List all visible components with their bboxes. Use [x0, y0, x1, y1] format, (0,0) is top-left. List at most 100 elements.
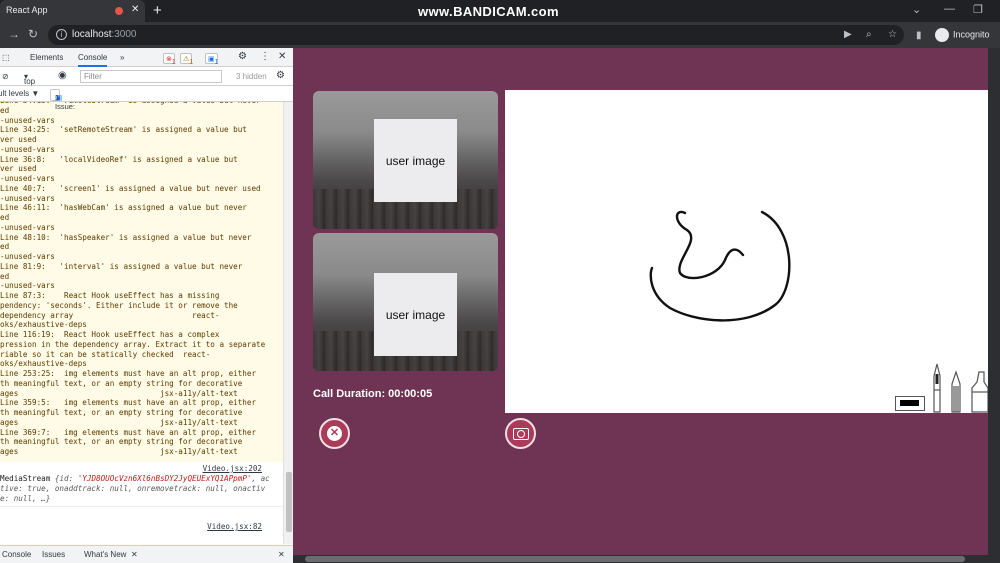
incognito-icon [935, 28, 949, 42]
console-log-line: Line 46:11: 'hasWebCam' is assigned a va… [0, 203, 247, 213]
console-scrollbar[interactable] [283, 102, 293, 544]
url-port: :3000 [111, 29, 137, 40]
browser-tab-bar: React App ✕ + www.BANDICAM.com ⌄ — ❐ [0, 0, 1000, 22]
console-log-line: ages jsx-a11y/alt-text [0, 447, 238, 456]
drawer-tab-close-icon[interactable]: ✕ [131, 550, 138, 559]
console-log-line: -unused-vars [0, 174, 55, 183]
bookmark-star-icon[interactable]: ☆ [888, 29, 897, 40]
drawer-tab-whats-new[interactable]: What's New [84, 550, 126, 559]
new-tab-button[interactable]: + [153, 2, 162, 19]
console-log-line: Line 253:25: img elements must have an a… [0, 369, 257, 378]
console-log-line: ages jsx-a11y/alt-text [0, 417, 238, 427]
url-host: localhost [72, 29, 112, 40]
reload-icon[interactable]: ↻ [28, 27, 38, 41]
console-scroll-thumb[interactable] [286, 472, 292, 532]
console-levels-bar: ult levels ▼ 1 Issue: ▣ 1 [0, 86, 293, 111]
console-log-line: ed [0, 105, 10, 115]
restore-icon[interactable]: ❐ [973, 3, 983, 16]
console-settings-gear-icon[interactable]: ⚙ [276, 70, 285, 81]
close-icon: ✕ [327, 426, 342, 441]
message-count-badge[interactable]: ▣ 1 [205, 53, 219, 66]
console-source-link[interactable]: Video.jsx:82 [207, 522, 262, 531]
console-log-line: -unused-vars [0, 281, 55, 291]
profile-label: Incognito [953, 29, 990, 40]
drawer-close-icon[interactable]: ✕ [278, 550, 285, 559]
end-call-button[interactable]: ✕ [319, 418, 350, 449]
devtools-tab-strip: ⬚ Elements Console » ⊗ 1 ⚠ 1 ▣ 1 ⚙ ⋮ ✕ [0, 48, 293, 67]
console-toolbar: ⊘ top ▾ ◉ Filter 3 hidden ⚙ [0, 67, 293, 86]
mediastream-prefix: {id: [50, 474, 78, 483]
screenshot-button[interactable] [505, 418, 536, 449]
browser-toolbar: → ↻ i localhost:3000 ▶ ⌕ ☆ ▮ [0, 22, 1000, 48]
error-count-badge[interactable]: ⊗ 1 [163, 53, 176, 66]
console-log-line: oks/exhaustive-deps [0, 359, 87, 369]
console-log-line: th meaningful text, or an empty string f… [0, 437, 243, 447]
drawer-tab-console[interactable]: Console [2, 550, 31, 559]
incognito-profile[interactable]: Incognito [935, 28, 990, 42]
recording-indicator-icon [115, 7, 123, 15]
minimize-icon[interactable]: — [944, 3, 955, 15]
console-log-line: -unused-vars [0, 144, 55, 154]
console-source-link[interactable]: Video.jsx:202 [203, 464, 262, 473]
zoom-icon[interactable]: ⌕ [866, 29, 872, 40]
live-expression-eye-icon[interactable]: ◉ [58, 70, 67, 81]
console-log-line: -unused-vars [0, 193, 55, 203]
page-horizontal-scrollbar[interactable] [293, 555, 1000, 563]
console-log-line: ed [0, 213, 10, 222]
mediastream-id: 'YJD8OUOcVzn6Xl6nBsDY2JyQEUExYQ1APpmP' [77, 474, 252, 483]
address-bar[interactable]: i localhost:3000 ▶ ⌕ ☆ [48, 25, 904, 45]
console-log-line: Line 34:13: 'remoteStream' is assigned a… [0, 102, 283, 106]
console-entries: Video.jsx:202 MediaStream {id: 'YJD8OUOc… [0, 462, 283, 544]
devtools-close-icon[interactable]: ✕ [278, 51, 286, 62]
console-log-line: th meaningful text, or an empty string f… [0, 408, 243, 417]
warning-count-badge[interactable]: ⚠ 1 [180, 53, 194, 66]
clear-console-icon[interactable]: ⊘ [2, 72, 9, 81]
devtools-settings-gear-icon[interactable]: ⚙ [238, 51, 247, 62]
side-panel-icon[interactable]: ▮ [916, 30, 922, 41]
devtools-menu-icon[interactable]: ⋮ [260, 51, 270, 62]
tab-console[interactable]: Console [78, 53, 108, 67]
drawer-tab-issues[interactable]: Issues [42, 550, 65, 559]
mediastream-log-entry[interactable]: MediaStream {id: 'YJD8OUOcVzn6Xl6nBsDY2J… [0, 474, 283, 507]
console-log-line: pression in the dependency array. Extrac… [0, 339, 266, 349]
devtools-panel: ⬚ Elements Console » ⊗ 1 ⚠ 1 ▣ 1 ⚙ ⋮ ✕ ⊘… [0, 48, 293, 563]
warning-count: 1 [189, 59, 194, 66]
tab-search-icon[interactable]: ⌄ [912, 3, 921, 16]
tab-elements[interactable]: Elements [30, 53, 63, 62]
marker-tool-icon[interactable] [971, 371, 989, 413]
site-info-icon[interactable]: i [56, 29, 67, 40]
eraser-tool[interactable] [895, 396, 925, 411]
pen-tool-icon[interactable] [933, 363, 941, 413]
drawing-toolbox [895, 360, 1000, 413]
app-page: user image user image Call Duration: 00:… [293, 48, 1000, 563]
console-log-line: Line 40:7: 'screen1' is assigned a value… [0, 183, 261, 193]
log-levels-dropdown[interactable]: ult levels ▼ [0, 89, 39, 98]
forward-icon[interactable]: → [8, 27, 20, 41]
console-filter-input[interactable]: Filter [80, 70, 222, 83]
issues-chip[interactable]: 1 Issue: ▣ 1 [50, 89, 75, 111]
browser-tab[interactable]: React App ✕ [0, 0, 145, 22]
mediastream-label: MediaStream [0, 474, 51, 483]
drawn-stroke [675, 210, 745, 280]
user-image-placeholder: user image [374, 273, 457, 356]
context-value: top [24, 77, 36, 86]
pencil-tool-icon[interactable] [951, 370, 961, 413]
whiteboard-canvas[interactable] [505, 90, 1000, 413]
call-duration: Call Duration: 00:00:05 [313, 388, 433, 400]
console-log-line: oks/exhaustive-deps [0, 320, 87, 330]
message-count: 1 [214, 59, 219, 66]
mediastream-suffix: , ac [251, 474, 270, 483]
user-image-placeholder: user image [374, 119, 457, 202]
context-selector[interactable]: top ▾ [24, 72, 35, 86]
camera-in-use-icon[interactable]: ▶ [844, 29, 852, 40]
console-log-line: Line 34:25: 'setRemoteStream' is assigne… [0, 125, 247, 135]
page-scroll-thumb[interactable] [305, 556, 965, 562]
tab-close-icon[interactable]: ✕ [131, 4, 139, 15]
url-text: localhost:3000 [72, 29, 137, 40]
console-log-line: Line 116:19: React Hook useEffect has a … [0, 330, 220, 339]
page-vertical-scrollbar[interactable] [988, 48, 1000, 555]
inspect-element-icon[interactable]: ⬚ [2, 53, 10, 62]
more-tabs-icon[interactable]: » [120, 53, 124, 62]
video-tile-local: user image [313, 91, 498, 229]
error-count: 1 [171, 59, 176, 66]
